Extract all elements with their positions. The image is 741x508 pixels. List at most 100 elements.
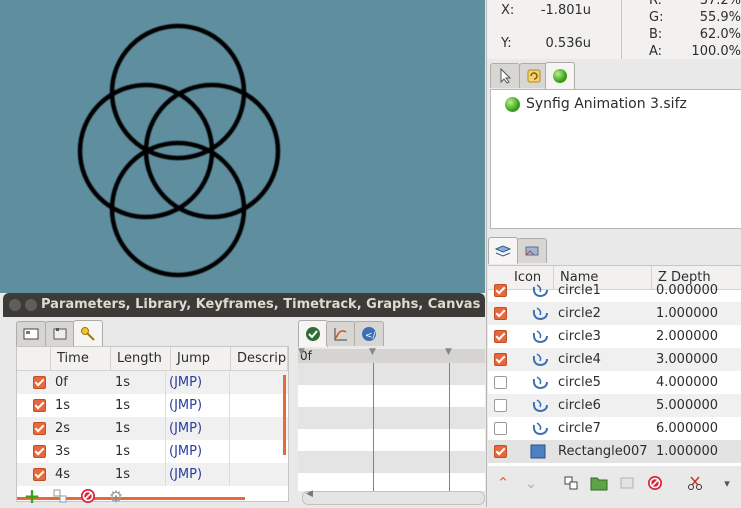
lower-layer-button[interactable]: ⌄: [521, 473, 541, 493]
layer-row[interactable]: Rectangle007 1.000000: [488, 440, 741, 463]
col-description-header[interactable]: Descrip: [231, 347, 288, 371]
col-jump-header[interactable]: Jump: [171, 347, 231, 371]
layer-row[interactable]: circle2 1.000000: [488, 302, 741, 325]
layer-name: circle2: [558, 306, 601, 321]
layer-visibility-checkbox[interactable]: [494, 330, 507, 343]
duplicate-keyframe-button[interactable]: [50, 486, 70, 506]
tab-library[interactable]: [45, 321, 75, 346]
keyframe-active-checkbox[interactable]: [33, 376, 46, 389]
layer-visibility-checkbox[interactable]: [494, 284, 507, 297]
toolbar-overflow-button[interactable]: ▾: [717, 473, 737, 493]
svg-text:</>: </>: [365, 331, 377, 341]
tab-canvas-metadata[interactable]: </>: [354, 321, 384, 346]
raise-layer-button[interactable]: ⌃: [493, 473, 513, 493]
keyframe-row[interactable]: 2s 1s (JMP): [17, 417, 288, 440]
cut-layer-button[interactable]: [685, 473, 705, 493]
layer-row[interactable]: circle7 6.000000: [488, 417, 741, 440]
keyframe-jump-link[interactable]: (JMP): [169, 394, 202, 417]
add-keyframe-button[interactable]: +: [22, 484, 42, 508]
keyframes-toolbar: + ⚙: [20, 484, 220, 508]
keyframe-row[interactable]: 1s 1s (JMP): [17, 394, 288, 417]
timetrack-hscrollbar[interactable]: ◀: [302, 489, 485, 505]
duplicate-icon: [564, 476, 578, 490]
keyframe-length[interactable]: 1s: [115, 440, 130, 463]
tab-tool-options[interactable]: [490, 63, 520, 88]
tab-canvas-browser[interactable]: [545, 62, 575, 89]
keyframe-length[interactable]: 1s: [115, 417, 130, 440]
keyframe-row[interactable]: 3s 1s (JMP): [17, 440, 288, 463]
keyframe-active-checkbox[interactable]: [33, 399, 46, 412]
circle-layer-icon: [530, 279, 552, 302]
keyframe-jump-link[interactable]: (JMP): [169, 463, 202, 486]
layers-toolbar: ⌃ ⌄ ▾: [487, 467, 741, 499]
keyframe-active-checkbox[interactable]: [33, 445, 46, 458]
tab-sets[interactable]: [517, 238, 547, 263]
scroll-left-icon: ◀: [306, 489, 313, 499]
keyframe-length[interactable]: 1s: [115, 463, 130, 486]
keyframe-length[interactable]: 1s: [115, 371, 130, 394]
time-marker-icon: ▼: [298, 347, 305, 357]
layers-panel: Icon Name Z Depth circle1 0.000000 circle2…: [486, 233, 741, 507]
col-active-header[interactable]: [17, 347, 51, 371]
keyframe-jump-link[interactable]: (JMP): [169, 417, 202, 440]
keyframe-properties-button[interactable]: ⚙: [106, 486, 126, 506]
pointer-icon: [500, 68, 512, 84]
gear-icon: ⚙: [108, 486, 124, 506]
timetrack-area[interactable]: [298, 363, 485, 491]
layer-visibility-checkbox[interactable]: [494, 399, 507, 412]
panel-titlebar[interactable]: Parameters, Library, Keyframes, Timetrac…: [3, 293, 485, 317]
keyframe-jump-link[interactable]: (JMP): [169, 440, 202, 463]
keyframe-time[interactable]: 2s: [55, 417, 70, 440]
window-minimize-button[interactable]: [25, 299, 37, 311]
delete-icon: [648, 476, 662, 490]
layer-row[interactable]: circle1 0.000000: [488, 279, 741, 302]
keyframe-time[interactable]: 1s: [55, 394, 70, 417]
tab-timetrack[interactable]: [298, 320, 328, 347]
remove-keyframe-button[interactable]: [78, 486, 98, 506]
delete-layer-button[interactable]: [645, 473, 665, 493]
keyframes-table: Time Length Jump Descrip 0f 1s (JMP) 1s 1s (J…: [16, 346, 289, 502]
library-icon: [53, 328, 67, 340]
tab-graphs[interactable]: [326, 321, 356, 346]
info-divider: [621, 0, 622, 59]
layer-visibility-checkbox[interactable]: [494, 376, 507, 389]
window-close-button[interactable]: [9, 299, 21, 311]
layer-visibility-checkbox[interactable]: [494, 445, 507, 458]
layer-visibility-checkbox[interactable]: [494, 353, 507, 366]
keyframe-active-checkbox[interactable]: [33, 422, 46, 435]
col-time-header[interactable]: Time: [51, 347, 111, 371]
tab-params[interactable]: [16, 321, 46, 346]
keyframe-time[interactable]: 0f: [55, 371, 68, 394]
layer-name: circle5: [558, 375, 601, 390]
layer-row[interactable]: circle5 4.000000: [488, 371, 741, 394]
column-divider: [229, 394, 230, 417]
col-length-header[interactable]: Length: [111, 347, 171, 371]
tab-layers[interactable]: [488, 237, 518, 264]
layer-visibility-checkbox[interactable]: [494, 422, 507, 435]
b-label: B:: [649, 27, 663, 42]
layer-row[interactable]: circle3 2.000000: [488, 325, 741, 348]
duplicate-layer-button[interactable]: [561, 473, 581, 493]
layer-row[interactable]: circle4 3.000000: [488, 348, 741, 371]
time-ruler[interactable]: 0f ▼ ▼ ▼: [298, 347, 485, 363]
tab-keyframes[interactable]: [73, 320, 103, 347]
layer-zdepth: 0.000000: [656, 283, 719, 298]
keyframe-active-checkbox[interactable]: [33, 468, 46, 481]
timetrack-row: [298, 385, 485, 407]
keyframe-row[interactable]: 0f 1s (JMP): [17, 371, 288, 394]
group-layer-button[interactable]: [589, 473, 609, 493]
keyframe-time[interactable]: 4s: [55, 463, 70, 486]
layer-row[interactable]: circle6 5.000000: [488, 394, 741, 417]
graph-icon: [334, 328, 347, 341]
timetrack-row: [298, 473, 485, 491]
layer-visibility-checkbox[interactable]: [494, 307, 507, 320]
keyframe-jump-link[interactable]: (JMP): [169, 371, 202, 394]
keyframe-time[interactable]: 3s: [55, 440, 70, 463]
vertical-scrollbar[interactable]: [283, 375, 286, 455]
keyframe-length[interactable]: 1s: [115, 394, 130, 417]
encapsulate-button[interactable]: [617, 473, 637, 493]
canvas-file-item[interactable]: Synfig Animation 3.sifz: [505, 96, 687, 112]
canvas-workarea[interactable]: [0, 0, 485, 293]
keyframe-row[interactable]: 4s 1s (JMP): [17, 463, 288, 486]
plus-icon: +: [23, 484, 41, 508]
